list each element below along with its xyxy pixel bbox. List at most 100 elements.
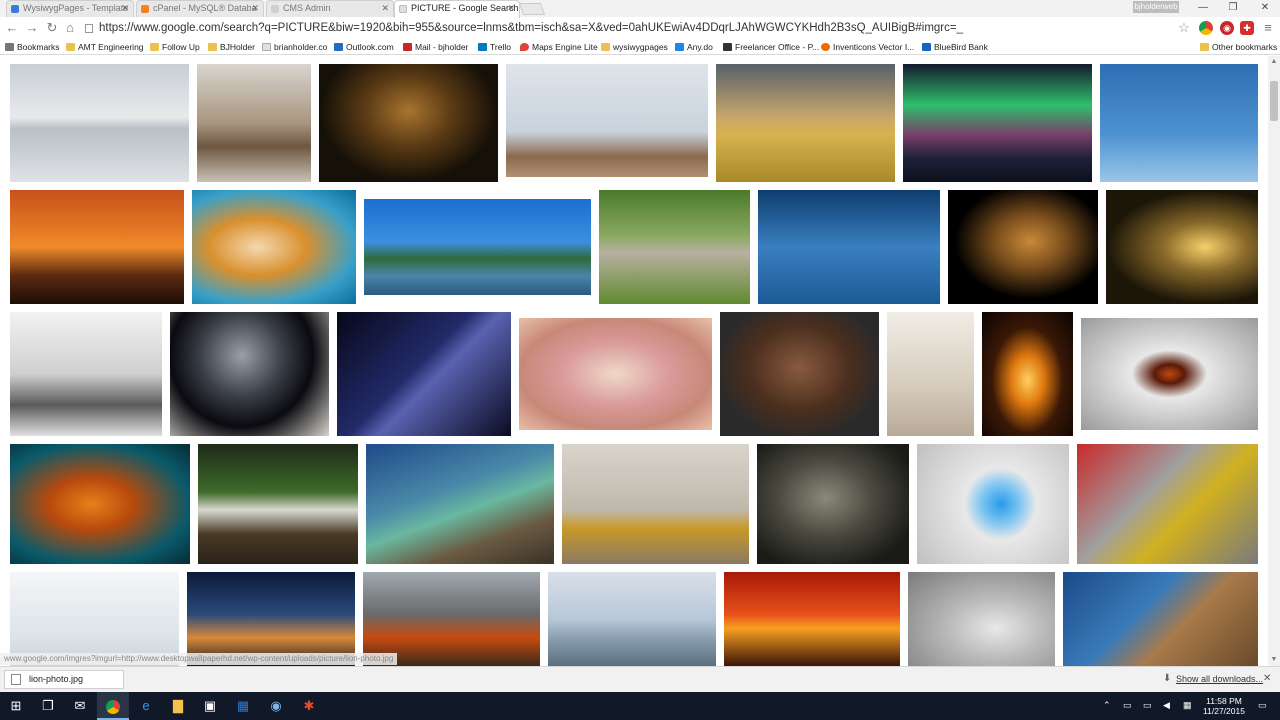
task-view-icon[interactable]: ❐ bbox=[32, 692, 64, 720]
show-all-downloads-link[interactable]: Show all downloads... bbox=[1176, 674, 1263, 684]
tab-close-icon[interactable]: ✕ bbox=[251, 1, 259, 16]
image-result-thumbnail[interactable] bbox=[903, 64, 1092, 182]
image-result-thumbnail[interactable] bbox=[192, 190, 356, 304]
image-result-thumbnail[interactable] bbox=[1063, 572, 1258, 666]
minimize-icon[interactable]: — bbox=[1190, 0, 1216, 17]
tab-close-icon[interactable]: ✕ bbox=[121, 1, 129, 16]
address-bar[interactable]: https://www.google.com/search?q=PICTURE&… bbox=[82, 19, 1196, 37]
scroll-down-icon[interactable]: ▼ bbox=[1268, 654, 1280, 666]
image-result-thumbnail[interactable] bbox=[599, 190, 750, 304]
bookmark-wysiwygpages[interactable]: wysiwygpages bbox=[601, 40, 668, 54]
tab-google-search[interactable]: PICTURE - Google Search ✕ bbox=[394, 0, 520, 18]
image-result-thumbnail[interactable] bbox=[198, 444, 358, 564]
image-result-thumbnail[interactable] bbox=[758, 190, 940, 304]
bookmark-maps-engine[interactable]: Maps Engine Lite bbox=[520, 40, 598, 54]
image-result-thumbnail[interactable] bbox=[1106, 190, 1258, 304]
home-icon[interactable]: ⌂ bbox=[62, 20, 78, 36]
bookmark-brianholder[interactable]: brianholder.co bbox=[262, 40, 327, 54]
image-result-thumbnail[interactable] bbox=[562, 444, 749, 564]
image-result-thumbnail[interactable] bbox=[10, 190, 184, 304]
tab-cms-admin[interactable]: CMS Admin ✕ bbox=[266, 0, 394, 17]
notifications-icon[interactable]: ▭ bbox=[1258, 700, 1267, 711]
tab-close-icon[interactable]: ✕ bbox=[507, 1, 515, 16]
volume-icon[interactable]: ◀ bbox=[1163, 700, 1170, 711]
bookmark-trello[interactable]: Trello bbox=[478, 40, 511, 54]
tab-cpanel[interactable]: cPanel - MySQL® Databa ✕ bbox=[136, 0, 264, 17]
pinterest-extension-icon[interactable]: ◉ bbox=[1220, 21, 1234, 35]
close-window-icon[interactable]: ✕ bbox=[1250, 0, 1280, 17]
image-result-thumbnail[interactable] bbox=[908, 572, 1055, 666]
image-result-thumbnail[interactable] bbox=[948, 190, 1098, 304]
reload-icon[interactable]: ↻ bbox=[44, 20, 60, 36]
bookmark-follow-up[interactable]: Follow Up bbox=[150, 40, 200, 54]
bookmark-bluebird[interactable]: BlueBird Bank bbox=[922, 40, 988, 54]
image-result-thumbnail[interactable] bbox=[170, 312, 329, 436]
tab-wysiwygpages[interactable]: WysiwygPages - Template ✕ bbox=[6, 0, 134, 17]
image-result-thumbnail[interactable] bbox=[337, 312, 511, 436]
network-icon[interactable]: ▭ bbox=[1123, 700, 1132, 711]
image-result-thumbnail[interactable] bbox=[1100, 64, 1258, 182]
chrome-extension-icon[interactable] bbox=[1199, 21, 1213, 35]
image-result-thumbnail[interactable] bbox=[1077, 444, 1258, 564]
bookmark-anydo[interactable]: Any.do bbox=[675, 40, 713, 54]
image-result-thumbnail[interactable] bbox=[363, 572, 540, 666]
keyboard-icon[interactable]: ▦ bbox=[1183, 700, 1192, 711]
scroll-thumb[interactable] bbox=[1270, 81, 1278, 121]
image-result-thumbnail[interactable] bbox=[757, 444, 909, 564]
bookmark-inventicons[interactable]: Inventicons Vector I... bbox=[821, 40, 914, 54]
close-shelf-icon[interactable]: ✕ bbox=[1263, 673, 1271, 684]
tab-close-icon[interactable]: ✕ bbox=[381, 1, 389, 16]
image-result-thumbnail[interactable] bbox=[319, 64, 498, 182]
bookmark-apps[interactable]: Bookmarks bbox=[5, 40, 60, 54]
chrome-icon[interactable] bbox=[97, 692, 129, 720]
image-result-thumbnail[interactable] bbox=[197, 64, 311, 182]
scroll-up-icon[interactable]: ▲ bbox=[1268, 56, 1280, 68]
image-result-thumbnail[interactable] bbox=[366, 444, 554, 564]
image-result-thumbnail[interactable] bbox=[548, 572, 716, 666]
image-result-thumbnail[interactable] bbox=[1081, 318, 1258, 430]
calendar-icon[interactable]: ▦ bbox=[227, 692, 259, 720]
bookmark-amt-engineering[interactable]: AMT Engineering bbox=[66, 40, 144, 54]
new-tab-button[interactable] bbox=[518, 3, 546, 15]
image-result-thumbnail[interactable] bbox=[10, 64, 189, 182]
image-result-thumbnail[interactable] bbox=[716, 64, 895, 182]
forward-arrow-icon[interactable]: → bbox=[24, 20, 40, 36]
bookmark-freelancer[interactable]: Freelancer Office - P... bbox=[723, 40, 819, 54]
store-icon[interactable]: ▣ bbox=[194, 692, 226, 720]
app-icon[interactable]: ✱ bbox=[293, 692, 325, 720]
image-result-thumbnail[interactable] bbox=[887, 312, 974, 436]
start-windows-icon[interactable]: ⊞ bbox=[0, 692, 32, 720]
back-arrow-icon[interactable]: ← bbox=[4, 20, 20, 36]
red-extension-icon[interactable]: ✚ bbox=[1240, 21, 1254, 35]
edge-icon[interactable]: e bbox=[130, 692, 162, 720]
mail-icon[interactable]: ✉ bbox=[64, 692, 96, 720]
bookmark-mail[interactable]: Mail - bjholder bbox=[403, 40, 468, 54]
image-result-thumbnail[interactable] bbox=[10, 572, 179, 666]
media-icon[interactable]: ◉ bbox=[260, 692, 292, 720]
freelancer-icon bbox=[723, 43, 732, 51]
download-item[interactable]: lion-photo.jpg bbox=[4, 670, 124, 689]
image-result-thumbnail[interactable] bbox=[187, 572, 355, 666]
folder-icon[interactable]: ▭ bbox=[1143, 700, 1152, 711]
tray-chevron-icon[interactable]: ⌃ bbox=[1103, 700, 1111, 711]
clock[interactable]: 11:58 PM 11/27/2015 bbox=[1200, 696, 1248, 716]
image-result-thumbnail[interactable] bbox=[982, 312, 1073, 436]
image-result-thumbnail[interactable] bbox=[724, 572, 900, 666]
downloads-shelf: lion-photo.jpg ⬇ Show all downloads... ✕ bbox=[0, 666, 1280, 692]
other-bookmarks[interactable]: Other bookmarks bbox=[1200, 40, 1277, 54]
file-explorer-icon[interactable]: ▇ bbox=[162, 692, 194, 720]
image-result-thumbnail[interactable] bbox=[519, 318, 712, 430]
bookmark-star-icon[interactable]: ☆ bbox=[1176, 20, 1192, 36]
bookmark-outlook[interactable]: Outlook.com bbox=[334, 40, 394, 54]
window-user-badge[interactable]: bjholderweb bbox=[1133, 1, 1179, 13]
menu-icon[interactable]: ≡ bbox=[1260, 20, 1276, 36]
image-result-thumbnail[interactable] bbox=[506, 64, 708, 177]
image-result-thumbnail[interactable] bbox=[364, 199, 591, 295]
image-result-thumbnail[interactable] bbox=[10, 312, 162, 436]
image-result-thumbnail[interactable] bbox=[720, 312, 879, 436]
maximize-icon[interactable]: ❐ bbox=[1220, 0, 1246, 17]
image-result-thumbnail[interactable] bbox=[917, 444, 1069, 564]
vertical-scrollbar[interactable]: ▲ ▼ bbox=[1268, 56, 1280, 666]
bookmark-bjholder[interactable]: BJHolder bbox=[208, 40, 255, 54]
image-result-thumbnail[interactable] bbox=[10, 444, 190, 564]
